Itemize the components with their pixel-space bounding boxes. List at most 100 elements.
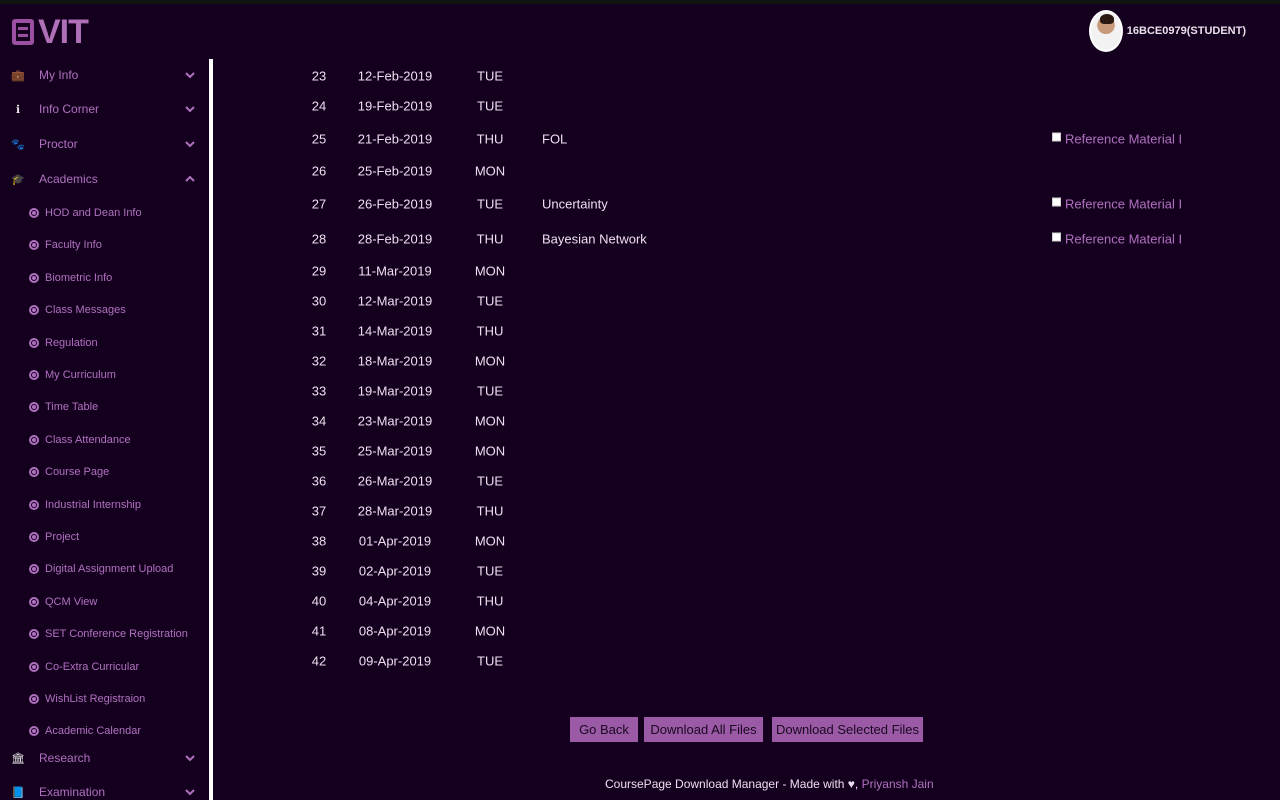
lecture-number: 31 — [311, 323, 327, 339]
go-back-button[interactable]: Go Back — [570, 717, 638, 742]
table-row: 33 19-Mar-2019 TUE — [230, 376, 1270, 406]
sidebar-subitem-faculty-info[interactable]: Faculty Info — [0, 233, 210, 257]
download-all-button[interactable]: Download All Files — [644, 717, 763, 742]
sidebar-subitem-label: Co-Extra Curricular — [45, 660, 140, 673]
select-file-checkbox[interactable] — [1052, 232, 1061, 241]
sidebar-item-proctor[interactable]: 🐾 Proctor — [0, 130, 210, 158]
paw-icon: 🐾 — [11, 138, 25, 151]
sidebar-subitem-label: Industrial Internship — [45, 498, 141, 511]
sidebar-subitem-label: Course Page — [45, 466, 110, 479]
sidebar-subitem-regulation[interactable]: Regulation — [0, 331, 210, 355]
lecture-date: 25-Mar-2019 — [357, 443, 433, 459]
lecture-number: 42 — [311, 653, 327, 669]
lecture-day: TUE — [477, 98, 503, 114]
lecture-number: 37 — [311, 503, 327, 519]
sidebar-subitem-industrial-internship[interactable]: Industrial Internship — [0, 493, 210, 517]
lecture-day: MON — [474, 263, 506, 279]
lecture-day: TUE — [477, 473, 503, 489]
lecture-topic: Uncertainty — [542, 196, 608, 212]
circle-bullet-icon — [29, 467, 39, 478]
user-name: 16BCE0979(STUDENT) — [1126, 25, 1246, 37]
circle-bullet-icon — [29, 337, 39, 348]
lecture-number: 25 — [311, 131, 327, 147]
graduation-cap-icon: 🎓 — [11, 173, 25, 186]
table-row: 36 26-Mar-2019 TUE — [230, 466, 1270, 496]
table-row: 28 28-Feb-2019 THU Bayesian Network Referenc… — [230, 224, 1270, 254]
sidebar-subitem-time-table[interactable]: Time Table — [0, 395, 210, 419]
info-icon: ℹ — [15, 103, 21, 116]
sidebar-item-examination[interactable]: 📘 Examination — [0, 778, 210, 800]
lecture-date: 02-Apr-2019 — [358, 563, 432, 579]
sidebar-subitem-digital-assignment-upload[interactable]: Digital Assignment Upload — [0, 557, 210, 581]
avatar[interactable] — [1088, 10, 1123, 52]
sidebar-subitem-label: Regulation — [45, 336, 98, 349]
chevron-up-icon[interactable] — [184, 173, 196, 185]
table-row: 31 14-Mar-2019 THU — [230, 316, 1270, 346]
select-file-checkbox[interactable] — [1052, 197, 1061, 206]
sidebar-item-info-corner[interactable]: ℹ Info Corner — [0, 95, 210, 123]
footer-author-link[interactable]: Priyansh Jain — [862, 777, 934, 791]
sidebar-item-my-info[interactable]: 💼 My Info — [0, 61, 210, 89]
table-row: 23 12-Feb-2019 TUE — [230, 61, 1270, 91]
sidebar-subitem-biometric-info[interactable]: Biometric Info — [0, 266, 210, 290]
table-row: 32 18-Mar-2019 MON — [230, 346, 1270, 376]
circle-bullet-icon — [29, 661, 39, 672]
lecture-topic: Bayesian Network — [542, 231, 647, 247]
lecture-date: 18-Mar-2019 — [357, 353, 433, 369]
lecture-number: 28 — [311, 231, 327, 247]
chevron-down-icon[interactable] — [184, 752, 196, 764]
circle-bullet-icon — [29, 240, 39, 251]
lecture-number: 29 — [311, 263, 327, 279]
chevron-down-icon[interactable] — [184, 103, 196, 115]
table-row: 41 08-Apr-2019 MON — [230, 616, 1270, 646]
sidebar-item-research[interactable]: 🏛 Research — [0, 744, 210, 772]
lecture-day: MON — [474, 533, 506, 549]
sidebar-subitem-label: Faculty Info — [45, 239, 102, 252]
sidebar-subitem-label: WishList Registraion — [45, 693, 146, 705]
sidebar-subitem-my-curriculum[interactable]: My Curriculum — [0, 363, 210, 387]
lecture-date: 09-Apr-2019 — [358, 653, 432, 669]
sidebar-subitem-co-extra-curricular[interactable]: Co-Extra Curricular — [0, 655, 210, 679]
logo-text: VIT — [38, 13, 89, 51]
download-selected-button[interactable]: Download Selected Files — [772, 717, 923, 742]
chevron-down-icon[interactable] — [184, 69, 196, 81]
vit-logo[interactable]: VIT — [12, 12, 89, 52]
sidebar-subitem-label: Academic Calendar — [45, 725, 141, 738]
user-profile[interactable]: 16BCE0979(STUDENT) — [1088, 10, 1246, 52]
sidebar-subitem-academic-calendar[interactable]: Academic Calendar — [0, 719, 210, 743]
lecture-date: 25-Feb-2019 — [357, 163, 433, 179]
circle-bullet-icon — [29, 208, 39, 218]
lecture-day: MON — [474, 623, 506, 639]
lecture-day: TUE — [477, 293, 503, 309]
sidebar-item-academics[interactable]: 🎓 Academics — [0, 165, 210, 193]
sidebar-subitem-qcm-view[interactable]: QCM View — [0, 590, 210, 614]
sidebar-subitem-label: QCM View — [45, 595, 98, 608]
chevron-down-icon[interactable] — [184, 138, 196, 150]
sidebar-scrollbar[interactable] — [209, 59, 213, 800]
sidebar-subitem-course-page[interactable]: Course Page — [0, 460, 210, 484]
top-border — [0, 0, 1280, 4]
lecture-number: 26 — [311, 163, 327, 179]
sidebar-subitem-label: SET Conference Registration — [45, 628, 188, 641]
chevron-down-icon[interactable] — [184, 786, 196, 798]
select-file-checkbox[interactable] — [1052, 132, 1061, 141]
reference-material-link[interactable]: Reference Material I — [1065, 232, 1182, 247]
lecture-number: 40 — [311, 593, 327, 609]
table-row: 40 04-Apr-2019 THU — [230, 586, 1270, 616]
lecture-day: MON — [474, 353, 506, 369]
lecture-date: 12-Mar-2019 — [357, 293, 433, 309]
sidebar-subitem-class-attendance[interactable]: Class Attendance — [0, 428, 210, 452]
sidebar-subitem-class-messages[interactable]: Class Messages — [0, 298, 210, 322]
sidebar-subitem-wishlist-registraion[interactable]: WishList Registraion — [0, 687, 210, 711]
lecture-number: 41 — [311, 623, 327, 639]
lecture-number: 35 — [311, 443, 327, 459]
circle-bullet-icon — [29, 370, 39, 380]
reference-material-link[interactable]: Reference Material I — [1065, 197, 1182, 212]
menu-logo-icon — [12, 19, 34, 45]
reference-material-link[interactable]: Reference Material I — [1065, 132, 1182, 147]
sidebar-subitem-set-conference-registration[interactable]: SET Conference Registration — [0, 622, 210, 646]
circle-bullet-icon — [29, 305, 39, 316]
sidebar-subitem-hod-and-dean-info[interactable]: HOD and Dean Info — [0, 201, 210, 225]
lecture-day: MON — [474, 443, 506, 459]
sidebar-subitem-project[interactable]: Project — [0, 525, 210, 549]
